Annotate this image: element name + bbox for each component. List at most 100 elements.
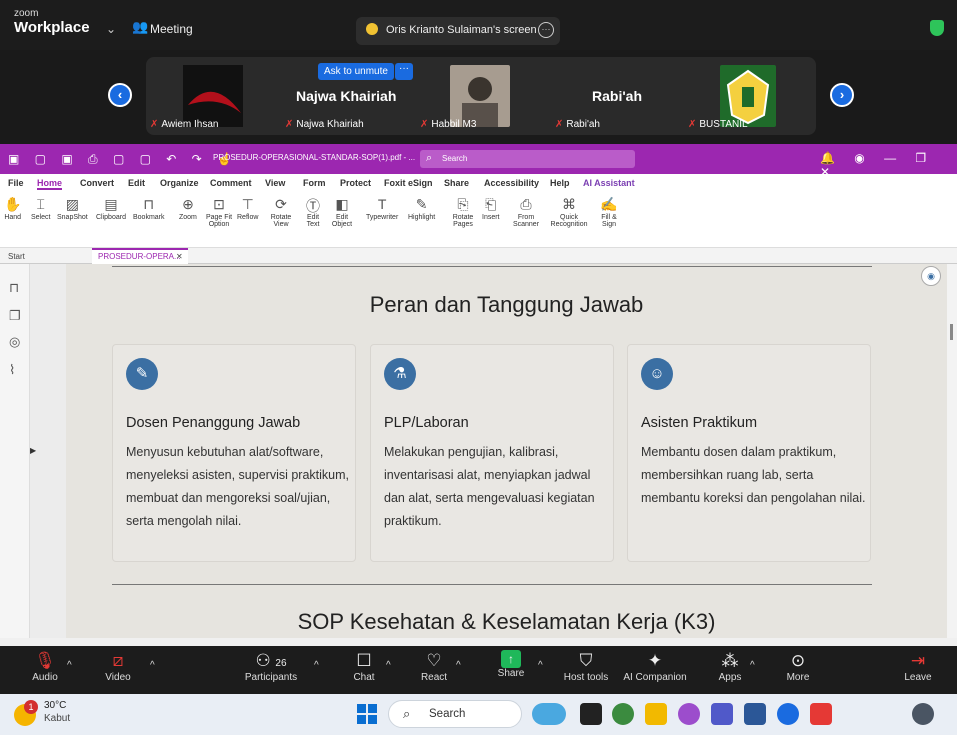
apps-button[interactable]: ⁂ Apps xyxy=(708,650,752,683)
insert-button[interactable]: ⎗ Insert xyxy=(482,196,500,221)
screen-share-indicator[interactable]: Oris Krianto Sulaiman's screen ··· xyxy=(356,17,560,45)
menu-file[interactable]: File xyxy=(8,178,24,188)
zoom-app-icon[interactable] xyxy=(777,703,799,725)
shield-icon: ⛉ xyxy=(579,651,593,670)
video-button[interactable]: ⧄ Video xyxy=(95,650,141,683)
chevron-down-icon[interactable]: ⌄ xyxy=(106,22,116,36)
from-scanner-button[interactable]: ⎙ From Scanner xyxy=(511,196,541,228)
menu-protect[interactable]: Protect xyxy=(340,178,371,188)
menu-help[interactable]: Help xyxy=(550,178,570,188)
card-title: Asisten Praktikum xyxy=(641,415,758,431)
menu-view[interactable]: View xyxy=(265,178,285,188)
attachment-panel-icon[interactable]: ⌇ xyxy=(9,362,15,378)
prev-page-icon[interactable]: ‹ xyxy=(108,83,132,107)
meeting-label[interactable]: Meeting xyxy=(150,22,193,36)
quick-access-toolbar[interactable]: ▣ ▢ ▣ ⎙ ▢ ▢ ↶ ↷ ☝ xyxy=(8,152,238,167)
menu-form[interactable]: Form xyxy=(303,178,326,188)
chrome-icon[interactable] xyxy=(612,703,634,725)
bookmark-button[interactable]: ⊓ Bookmark xyxy=(133,196,165,221)
vertical-scrollbar[interactable] xyxy=(947,264,957,638)
tab-start[interactable]: Start xyxy=(8,252,25,261)
teams-icon[interactable] xyxy=(711,703,733,725)
tile-more-button[interactable]: ··· xyxy=(395,63,413,80)
edit-object-button[interactable]: ◧ Edit Object xyxy=(328,196,356,228)
highlight-button[interactable]: ✎ Highlight xyxy=(408,196,435,221)
edit-text-button[interactable]: Ⓣ Edit Text xyxy=(302,196,324,228)
pdf-reader-icon[interactable] xyxy=(810,703,832,725)
chat-button[interactable]: ☐ Chat xyxy=(342,650,386,683)
participant-tile[interactable]: ✗ Najwa Khairiah xyxy=(285,119,364,130)
tab-document[interactable]: PROSEDUR-OPERA... ✕ xyxy=(92,248,188,264)
rotate-view-button[interactable]: ⟳ Rotate View xyxy=(268,196,294,228)
scroll-thumb[interactable] xyxy=(950,324,953,340)
host-tools-button[interactable]: ⛉ Host tools xyxy=(560,650,612,683)
share-button[interactable]: ↑ Share xyxy=(488,650,534,679)
close-icon[interactable]: ✕ xyxy=(176,252,183,261)
share-icon: ↑ xyxy=(501,650,521,668)
participant-tile[interactable]: ✗ Awiem Ihsan xyxy=(150,119,218,130)
apps-chevron[interactable]: ^ xyxy=(750,660,755,671)
leave-button[interactable]: ⇥ Leave xyxy=(896,650,940,683)
page-fit-button[interactable]: ⊡ Page Fit Option xyxy=(204,196,234,228)
teacher-icon: ✎ xyxy=(126,358,158,390)
heart-icon: ♡ xyxy=(426,651,442,670)
ask-to-unmute-button[interactable]: Ask to unmute xyxy=(318,63,394,80)
audio-button[interactable]: 🎙 Audio xyxy=(22,650,68,683)
participant-tile[interactable]: ✗ Habbil M3 xyxy=(420,119,476,130)
more-options-icon[interactable]: ··· xyxy=(538,22,554,38)
next-page-icon[interactable]: › xyxy=(830,83,854,107)
expand-panel-icon[interactable]: ▶ xyxy=(30,446,36,455)
share-chevron[interactable]: ^ xyxy=(538,660,543,671)
participant-tile[interactable]: ✗ BUSTANIL xyxy=(688,119,748,130)
menu-esign[interactable]: Foxit eSign xyxy=(384,178,433,188)
menu-edit[interactable]: Edit xyxy=(128,178,145,188)
react-chevron[interactable]: ^ xyxy=(456,660,461,671)
pages-panel-icon[interactable]: ❐ xyxy=(9,308,21,324)
bookmark-panel-icon[interactable]: ⊓ xyxy=(9,280,19,296)
more-button[interactable]: ⊙ More xyxy=(776,650,820,683)
menu-home[interactable]: Home xyxy=(37,178,63,190)
task-view-icon[interactable] xyxy=(580,703,602,725)
participants-button[interactable]: ⚇ 26 Participants xyxy=(240,650,302,683)
menu-ai-assistant[interactable]: AI Assistant xyxy=(583,178,635,188)
menu-organize[interactable]: Organize xyxy=(160,178,199,188)
comments-panel-icon[interactable]: ◎ xyxy=(9,334,20,350)
document-tab-bar: Start PROSEDUR-OPERA... ✕ xyxy=(0,248,957,264)
ai-companion-button[interactable]: ✦ AI Companion xyxy=(620,650,690,683)
participants-chevron[interactable]: ^ xyxy=(314,660,319,671)
settings-gear-icon[interactable] xyxy=(912,703,934,725)
quick-recognition-button[interactable]: ⌘ Quick Recognition xyxy=(548,196,590,228)
menu-comment[interactable]: Comment xyxy=(210,178,252,188)
react-button[interactable]: ♡ React xyxy=(412,650,456,683)
menu-accessibility[interactable]: Accessibility xyxy=(484,178,539,188)
video-options-chevron[interactable]: ^ xyxy=(150,660,155,671)
start-icon[interactable] xyxy=(356,703,378,725)
search-input[interactable]: ⌕ Search xyxy=(420,150,635,168)
clipboard-icon: ▤ xyxy=(104,196,118,212)
reflow-button[interactable]: ⊤ Reflow xyxy=(237,196,258,221)
word-icon[interactable] xyxy=(744,703,766,725)
taskbar-search[interactable]: ⌕ Search xyxy=(388,700,522,728)
audio-options-chevron[interactable]: ^ xyxy=(67,660,72,671)
fill-sign-button[interactable]: ✍ Fill & Sign xyxy=(598,196,620,228)
zoom-button[interactable]: ⊕ Zoom xyxy=(179,196,197,221)
weather-icon[interactable]: 1 xyxy=(14,700,38,726)
snapshot-button[interactable]: ▨ SnapShot xyxy=(57,196,88,221)
select-tool-button[interactable]: ⌶ Select xyxy=(31,196,50,221)
rotate-pages-button[interactable]: ⎘ Rotate Pages xyxy=(449,196,477,228)
menu-share[interactable]: Share xyxy=(444,178,469,188)
participant-tile[interactable]: ✗ Rabi'ah xyxy=(555,119,600,130)
participant-display-name: Rabi'ah xyxy=(592,88,643,104)
menu-convert[interactable]: Convert xyxy=(80,178,114,188)
app-icon[interactable] xyxy=(532,703,566,725)
typewriter-button[interactable]: T Typewriter xyxy=(366,196,398,221)
security-shield-icon[interactable] xyxy=(930,20,944,36)
copilot-icon[interactable] xyxy=(678,703,700,725)
ai-assistant-icon[interactable]: ◉ xyxy=(921,266,941,286)
hand-tool-button[interactable]: ✋ Hand xyxy=(4,196,21,221)
chat-chevron[interactable]: ^ xyxy=(386,660,391,671)
divider xyxy=(112,266,872,267)
clipboard-button[interactable]: ▤ Clipboard xyxy=(96,196,126,221)
panel-collapse-area: ▶ xyxy=(30,264,66,638)
file-explorer-icon[interactable] xyxy=(645,703,667,725)
